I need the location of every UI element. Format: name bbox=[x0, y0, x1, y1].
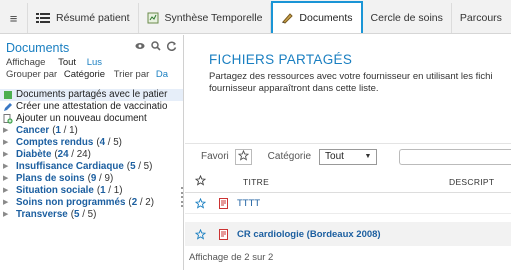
panel-resize-handle[interactable] bbox=[181, 187, 184, 207]
table-header: TITRE DESCRIPT bbox=[185, 171, 511, 193]
search-input[interactable] bbox=[399, 148, 511, 165]
category-soins-non-programmes[interactable]: ▶ Soins non programmés (2 / 2) bbox=[0, 197, 183, 209]
refresh-icon[interactable] bbox=[167, 41, 177, 51]
grid-icon bbox=[36, 13, 50, 23]
shared-docs-icon bbox=[3, 90, 13, 100]
star-icon bbox=[237, 149, 249, 164]
tab-documents[interactable]: Documents bbox=[271, 1, 363, 33]
category-plans-de-soins[interactable]: ▶ Plans de soins (9 / 9) bbox=[0, 173, 183, 185]
page-title: FICHIERS PARTAGÉS bbox=[209, 52, 353, 67]
tab-cercle-de-soins[interactable]: Cercle de soins bbox=[362, 3, 452, 33]
table-row[interactable]: TTTT bbox=[185, 194, 511, 214]
tab-label: Documents bbox=[299, 12, 353, 24]
star-icon bbox=[195, 228, 206, 240]
favorite-toggle[interactable] bbox=[185, 198, 209, 209]
category-diabete[interactable]: ▶ Diabète (24 / 24) bbox=[0, 149, 183, 161]
category-filter-label: Catégorie bbox=[267, 151, 312, 162]
caret-right-icon: ▶ bbox=[3, 187, 9, 194]
tab-label: Synthèse Temporelle bbox=[164, 12, 263, 24]
tab-synthese-temporelle[interactable]: Synthèse Temporelle bbox=[138, 3, 272, 33]
description-column-header[interactable]: DESCRIPT bbox=[449, 177, 494, 187]
caret-right-icon: ▶ bbox=[3, 151, 9, 158]
pdf-icon bbox=[209, 198, 237, 209]
search-icon[interactable] bbox=[151, 41, 161, 51]
caret-right-icon: ▶ bbox=[3, 139, 9, 146]
category-situation-sociale[interactable]: ▶ Situation sociale (1 / 1) bbox=[0, 185, 183, 197]
caret-right-icon: ▶ bbox=[3, 163, 9, 170]
pagination-summary: Affichage de 2 sur 2 bbox=[189, 252, 274, 263]
favorite-column-header[interactable] bbox=[185, 174, 219, 188]
menu-button[interactable]: ≡ bbox=[0, 3, 28, 33]
caret-right-icon: ▶ bbox=[3, 211, 9, 218]
menu-icon: ≡ bbox=[9, 10, 18, 26]
group-sort-filter: Grouper par Catégorie Trier par Da bbox=[6, 69, 169, 80]
shared-files-panel: FICHIERS PARTAGÉS Partagez des ressource… bbox=[185, 35, 511, 270]
caret-right-icon: ▶ bbox=[3, 199, 9, 206]
document-icon bbox=[281, 12, 294, 24]
filter-bar: Favori Catégorie Tout ▼ bbox=[185, 143, 511, 169]
sidebar-item-create-vaccination[interactable]: Créer une attestation de vaccinatio bbox=[0, 101, 183, 113]
document-title-link[interactable]: TTTT bbox=[237, 198, 260, 209]
favorite-toggle[interactable] bbox=[185, 228, 209, 240]
sidebar-item-shared-documents[interactable]: Documents partagés avec le patier bbox=[0, 89, 183, 101]
star-icon bbox=[195, 198, 206, 209]
star-icon bbox=[194, 174, 207, 188]
pdf-icon bbox=[209, 228, 237, 240]
caret-right-icon: ▶ bbox=[3, 175, 9, 182]
favorite-label: Favori bbox=[201, 151, 229, 162]
caret-right-icon: ▶ bbox=[3, 127, 9, 134]
tab-label: Parcours bbox=[459, 12, 502, 24]
display-all-option[interactable]: Tout bbox=[58, 57, 76, 68]
tab-parcours[interactable]: Parcours bbox=[451, 3, 510, 33]
timeline-icon bbox=[147, 12, 159, 24]
tab-resume-patient[interactable]: Résumé patient bbox=[28, 3, 139, 33]
display-read-option[interactable]: Lus bbox=[87, 57, 102, 68]
category-cancer[interactable]: ▶ Cancer (1 / 1) bbox=[0, 125, 183, 137]
document-title-link[interactable]: CR cardiologie (Bordeaux 2008) bbox=[237, 229, 381, 240]
category-insuffisance-cardiaque[interactable]: ▶ Insuffisance Cardiaque (5 / 5) bbox=[0, 161, 183, 173]
title-column-header[interactable]: TITRE bbox=[219, 177, 449, 187]
category-select[interactable]: Tout ▼ bbox=[319, 148, 378, 165]
table-row[interactable]: CR cardiologie (Bordeaux 2008) bbox=[185, 222, 511, 246]
page-description: Partagez des ressources avec votre fourn… bbox=[209, 71, 493, 94]
favorite-filter-button[interactable] bbox=[234, 148, 252, 165]
display-filter: Affichage Tout Lus bbox=[6, 57, 103, 68]
sort-by-date[interactable]: Da bbox=[156, 69, 168, 80]
tab-label: Résumé patient bbox=[56, 12, 130, 24]
category-transverse[interactable]: ▶ Transverse (5 / 5) bbox=[0, 209, 183, 221]
dropdown-arrow-icon: ▼ bbox=[364, 153, 372, 160]
eye-icon[interactable] bbox=[135, 41, 145, 51]
sidebar-title: Documents bbox=[6, 41, 70, 55]
category-comptes-rendus[interactable]: ▶ Comptes rendus (4 / 5) bbox=[0, 137, 183, 149]
sidebar-item-add-document[interactable]: Ajouter un nouveau document bbox=[0, 113, 183, 125]
group-by-category[interactable]: Catégorie bbox=[64, 69, 105, 80]
add-document-icon bbox=[3, 114, 13, 124]
tab-bar: ≡ Résumé patient Synthèse Temporelle Doc… bbox=[0, 0, 511, 34]
pencil-icon bbox=[3, 102, 13, 112]
tab-label: Cercle de soins bbox=[370, 12, 443, 24]
documents-sidebar: Documents Affichage Tout Lus Grouper par… bbox=[0, 35, 184, 270]
